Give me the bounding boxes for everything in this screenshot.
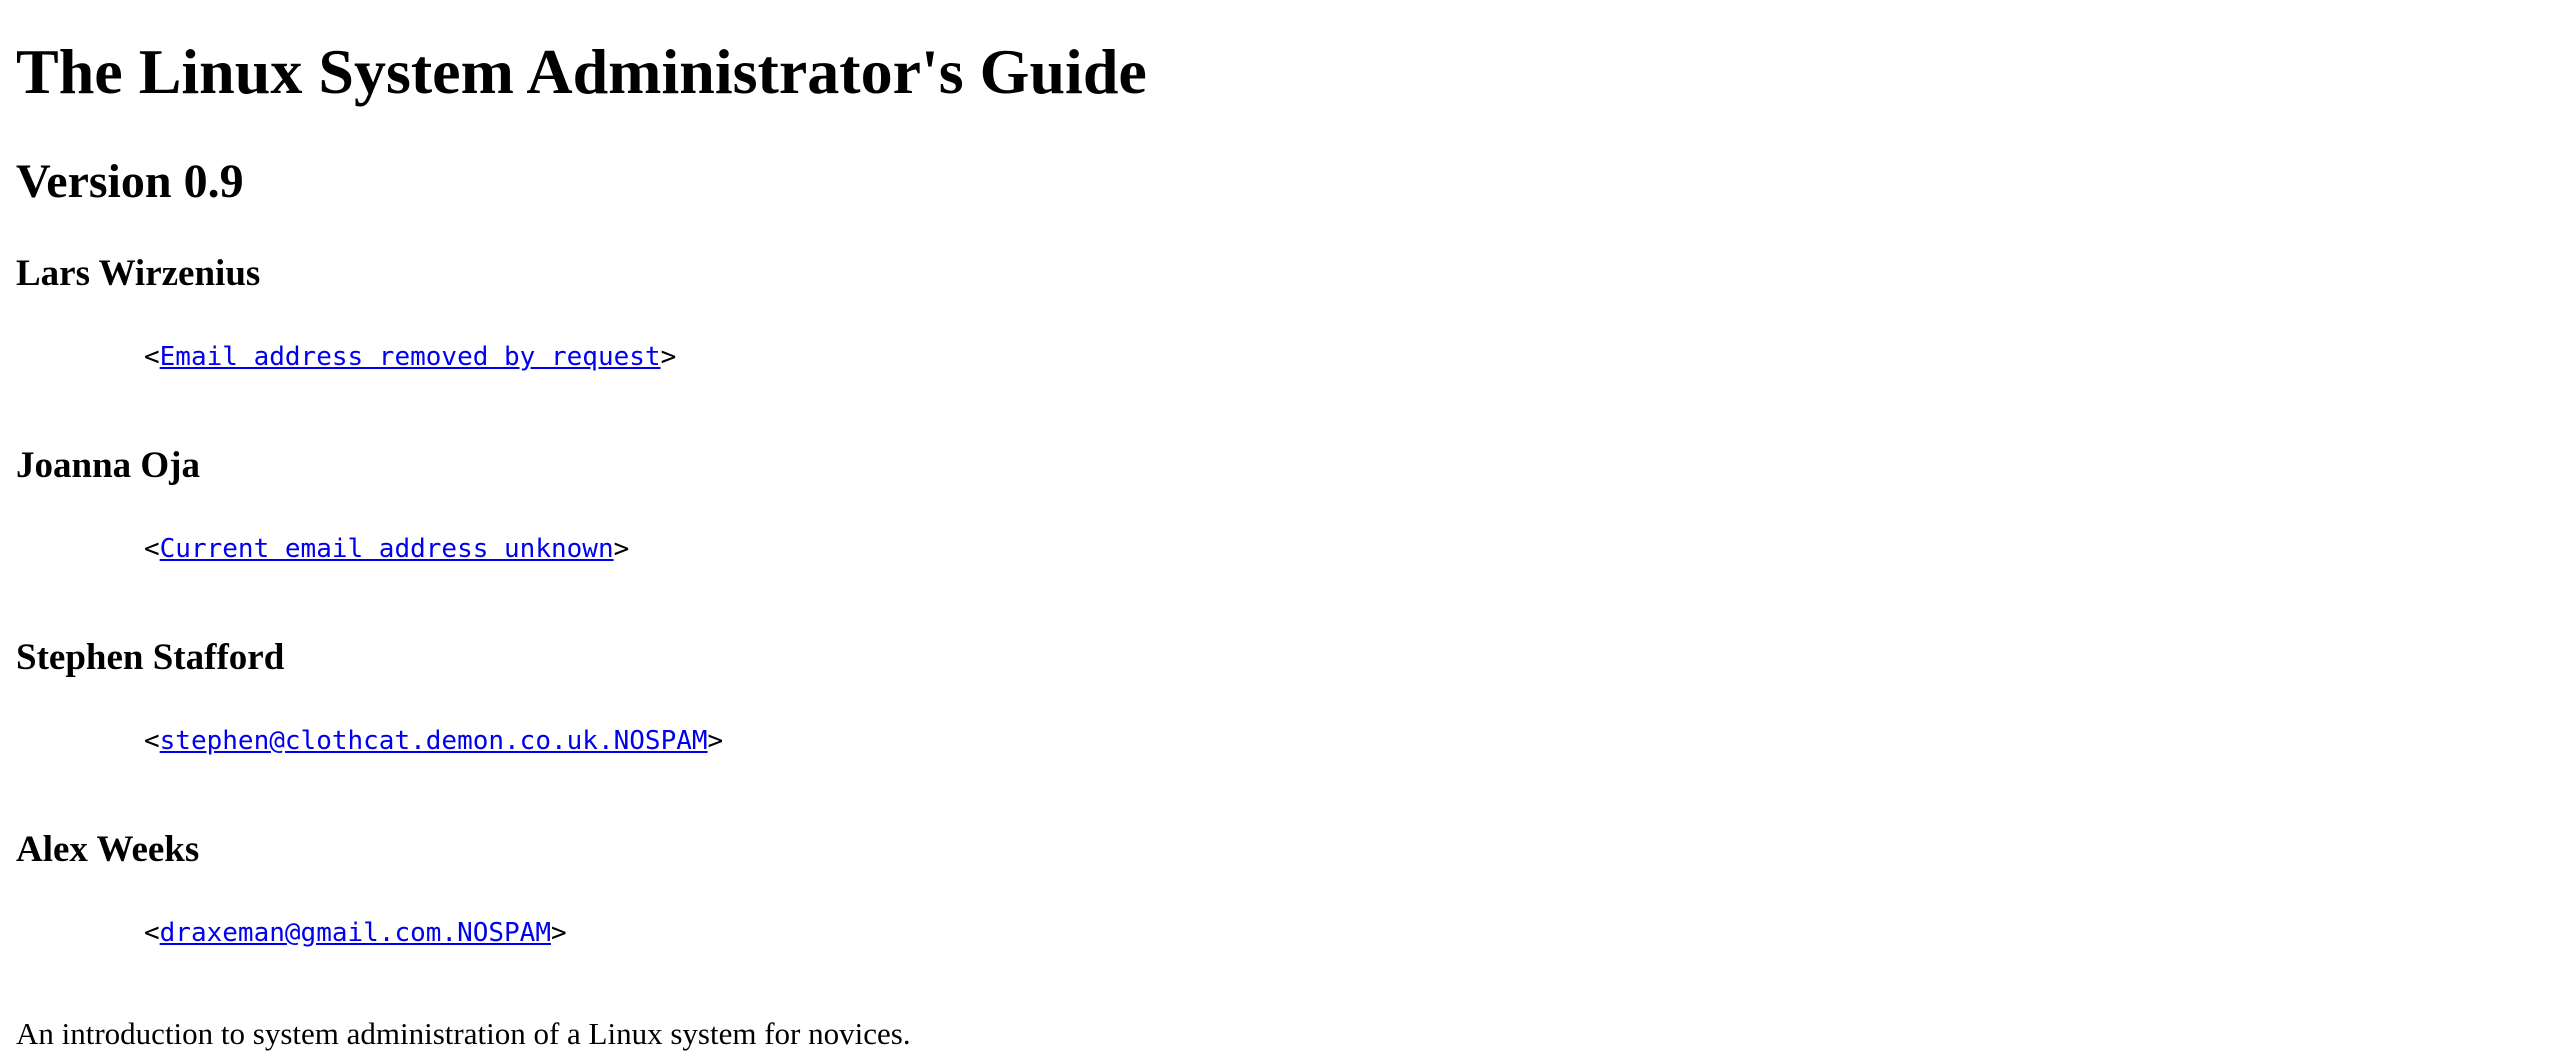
- author-name-alex-weeks: Alex Weeks: [16, 829, 200, 870]
- author-name-stephen-stafford: Stephen Stafford: [16, 637, 285, 678]
- author-email-line: <draxeman@gmail.com.NOSPAM>: [144, 918, 567, 948]
- author-email-link[interactable]: Current email address unknown: [160, 534, 614, 564]
- email-open-bracket: <: [144, 726, 160, 756]
- document-page: The Linux System Administrator's Guide V…: [16, 0, 2560, 1062]
- author-name-lars-wirzenius: Lars Wirzenius: [16, 253, 261, 294]
- email-close-bracket: >: [551, 918, 567, 948]
- author-name-joanna-oja: Joanna Oja: [16, 445, 201, 486]
- author-email-line: <stephen@clothcat.demon.co.uk.NOSPAM>: [144, 726, 723, 756]
- email-close-bracket: >: [613, 534, 630, 564]
- email-close-bracket: >: [707, 726, 724, 756]
- email-open-bracket: <: [144, 918, 160, 948]
- email-open-bracket: <: [144, 534, 160, 564]
- page-title: The Linux System Administrator's Guide: [16, 36, 1147, 107]
- author-email-line: <Current email address unknown>: [144, 534, 629, 564]
- author-email-link[interactable]: draxeman@gmail.com.NOSPAM: [160, 918, 551, 948]
- author-email-link[interactable]: Email address removed by request: [160, 342, 661, 372]
- author-email-link[interactable]: stephen@clothcat.demon.co.uk.NOSPAM: [160, 726, 708, 756]
- abstract-text: An introduction to system administration…: [16, 1016, 911, 1051]
- version-subtitle: Version 0.9: [16, 155, 244, 208]
- author-email-line: <Email address removed by request>: [144, 342, 676, 372]
- email-close-bracket: >: [660, 342, 677, 372]
- email-open-bracket: <: [144, 342, 160, 372]
